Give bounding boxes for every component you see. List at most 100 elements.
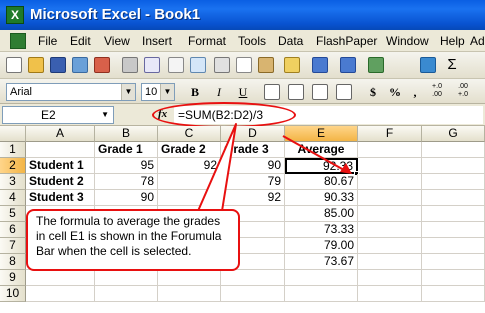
merge-center-icon[interactable] xyxy=(336,84,352,100)
row-header-9[interactable]: 9 xyxy=(0,270,26,286)
hyperlink-icon[interactable] xyxy=(368,57,384,73)
menu-window[interactable]: Window xyxy=(386,34,429,48)
cell-d3[interactable]: 79 xyxy=(221,174,285,190)
cell-d1[interactable]: Grade 3 xyxy=(221,142,285,158)
grid-cell[interactable] xyxy=(422,142,485,158)
cell-e2[interactable]: 92.33 xyxy=(285,158,358,174)
grid-cell[interactable] xyxy=(158,190,221,206)
align-center-icon[interactable] xyxy=(288,84,304,100)
row-header-2[interactable]: 2 xyxy=(0,158,26,174)
grid-cell[interactable] xyxy=(158,286,221,302)
print-preview-icon[interactable] xyxy=(144,57,160,73)
copy-icon[interactable] xyxy=(236,57,252,73)
insert-function-icon[interactable]: fx xyxy=(158,108,167,120)
cell-a2[interactable]: Student 1 xyxy=(26,158,95,174)
cut-icon[interactable] xyxy=(214,57,230,73)
column-header-g[interactable]: G xyxy=(422,126,485,142)
align-right-icon[interactable] xyxy=(312,84,328,100)
cell-e5[interactable]: 85.00 xyxy=(285,206,358,222)
bold-button[interactable]: B xyxy=(186,83,204,101)
column-header-e[interactable]: E xyxy=(285,126,358,142)
grid-cell[interactable] xyxy=(95,286,158,302)
research-icon[interactable] xyxy=(190,57,206,73)
column-header-f[interactable]: F xyxy=(358,126,422,142)
cell-b3[interactable]: 78 xyxy=(95,174,158,190)
percent-button[interactable]: % xyxy=(386,83,404,101)
menu-help[interactable]: Help xyxy=(440,34,465,48)
menu-data[interactable]: Data xyxy=(278,34,303,48)
align-left-icon[interactable] xyxy=(264,84,280,100)
cell-e1[interactable]: Average xyxy=(285,142,358,158)
menu-ado[interactable]: Ado xyxy=(470,34,485,48)
grid-cell[interactable] xyxy=(422,270,485,286)
row-header-10[interactable]: 10 xyxy=(0,286,26,302)
cell-e4[interactable]: 90.33 xyxy=(285,190,358,206)
spelling-icon[interactable] xyxy=(168,57,184,73)
select-all-corner[interactable] xyxy=(0,126,26,142)
font-size-select[interactable]: 10 ▼ xyxy=(141,83,175,101)
email-icon[interactable] xyxy=(94,57,110,73)
autosum-icon[interactable]: Σ xyxy=(444,57,460,73)
grid-cell[interactable] xyxy=(26,286,95,302)
new-icon[interactable] xyxy=(6,57,22,73)
cell-b4[interactable]: 90 xyxy=(95,190,158,206)
underline-button[interactable]: U xyxy=(234,83,252,101)
undo-icon[interactable] xyxy=(312,57,328,73)
save-icon[interactable] xyxy=(50,57,66,73)
permission-icon[interactable] xyxy=(72,57,88,73)
grid-cell[interactable] xyxy=(26,142,95,158)
open-icon[interactable] xyxy=(28,57,44,73)
grid-cell[interactable] xyxy=(358,286,422,302)
menu-tools[interactable]: Tools xyxy=(238,34,266,48)
grid-cell[interactable] xyxy=(158,174,221,190)
grid-cell[interactable] xyxy=(358,222,422,238)
cell-c1[interactable]: Grade 2 xyxy=(158,142,221,158)
comma-button[interactable]: , xyxy=(406,83,424,101)
paste-icon[interactable] xyxy=(258,57,274,73)
menu-edit[interactable]: Edit xyxy=(70,34,91,48)
globe-icon[interactable] xyxy=(420,57,436,73)
cell-a4[interactable]: Student 3 xyxy=(26,190,95,206)
grid-cell[interactable] xyxy=(158,270,221,286)
grid-cell[interactable] xyxy=(422,286,485,302)
grid-cell[interactable] xyxy=(285,286,358,302)
menu-view[interactable]: View xyxy=(104,34,130,48)
row-header-8[interactable]: 8 xyxy=(0,254,26,270)
column-header-d[interactable]: D xyxy=(221,126,285,142)
grid-cell[interactable] xyxy=(26,270,95,286)
grid-cell[interactable] xyxy=(358,142,422,158)
currency-button[interactable]: $ xyxy=(364,83,382,101)
column-header-a[interactable]: A xyxy=(26,126,95,142)
workbook-icon[interactable] xyxy=(10,33,26,49)
grid-cell[interactable] xyxy=(422,206,485,222)
menu-insert[interactable]: Insert xyxy=(142,34,172,48)
grid-cell[interactable] xyxy=(358,158,422,174)
redo-icon[interactable] xyxy=(340,57,356,73)
grid-cell[interactable] xyxy=(422,190,485,206)
menu-flashpaper[interactable]: FlashPaper xyxy=(316,34,377,48)
menu-format[interactable]: Format xyxy=(188,34,226,48)
row-header-5[interactable]: 5 xyxy=(0,206,26,222)
grid-cell[interactable] xyxy=(422,174,485,190)
cell-a3[interactable]: Student 2 xyxy=(26,174,95,190)
cell-e8[interactable]: 73.67 xyxy=(285,254,358,270)
row-header-6[interactable]: 6 xyxy=(0,222,26,238)
cell-b2[interactable]: 95 xyxy=(95,158,158,174)
chevron-down-icon[interactable]: ▼ xyxy=(101,107,109,123)
row-header-7[interactable]: 7 xyxy=(0,238,26,254)
column-header-c[interactable]: C xyxy=(158,126,221,142)
grid-cell[interactable] xyxy=(422,254,485,270)
grid-cell[interactable] xyxy=(95,270,158,286)
grid-cell[interactable] xyxy=(221,270,285,286)
print-icon[interactable] xyxy=(122,57,138,73)
grid-cell[interactable] xyxy=(358,238,422,254)
formula-input[interactable]: =SUM(B2:D2)/3 xyxy=(174,106,483,124)
grid-cell[interactable] xyxy=(285,270,358,286)
grid-cell[interactable] xyxy=(358,190,422,206)
grid-cell[interactable] xyxy=(422,238,485,254)
grid-cell[interactable] xyxy=(358,254,422,270)
name-box[interactable]: E2 ▼ xyxy=(2,106,114,124)
increase-decimal-button[interactable]: +.0 .00 xyxy=(426,83,448,101)
format-painter-icon[interactable] xyxy=(284,57,300,73)
grid-cell[interactable] xyxy=(422,158,485,174)
